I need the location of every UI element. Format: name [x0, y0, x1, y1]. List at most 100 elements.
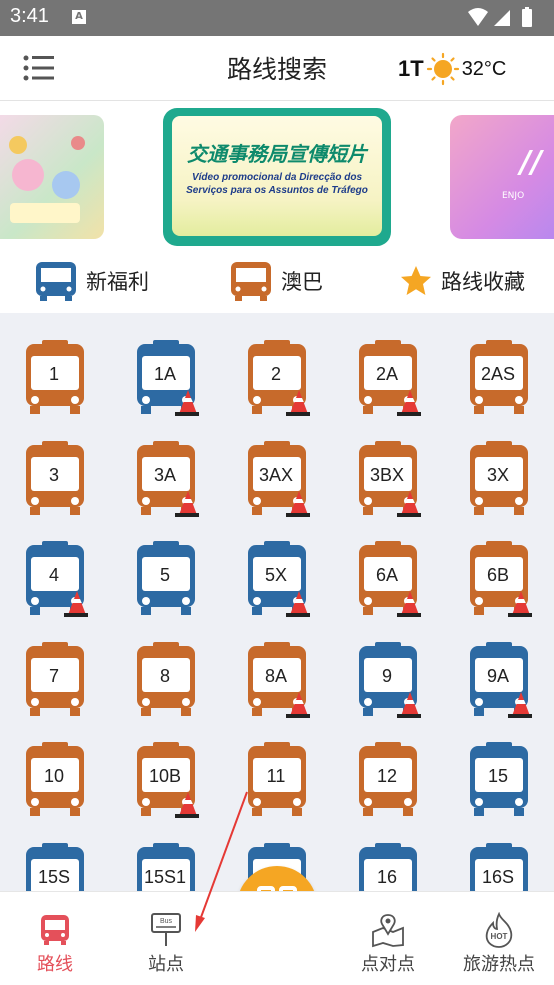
nav-tourist-spots[interactable]: HOT 旅游热点 — [449, 892, 549, 985]
weather-widget[interactable]: 1T 32°C — [398, 52, 507, 86]
route-bus-2as[interactable]: 2AS — [466, 340, 532, 420]
route-number: 11 — [266, 766, 286, 786]
route-number: 4 — [48, 565, 59, 585]
battery-icon — [522, 7, 532, 27]
route-bus-7[interactable]: 7 — [22, 641, 88, 722]
route-bus-1[interactable]: 1 — [22, 340, 88, 420]
operator-tabs: 新福利 澳巴 路线收藏 — [0, 251, 554, 313]
map-pin-icon — [372, 914, 404, 948]
bus-route-icon — [41, 915, 69, 945]
route-number: 9A — [486, 665, 510, 686]
banner-right-text: ENJO — [502, 191, 525, 201]
route-bus-2a[interactable]: 2A — [355, 340, 421, 420]
status-icons — [468, 7, 532, 27]
status-bar: 3:41 A — [0, 0, 554, 36]
route-bus-15s[interactable]: 15S — [22, 842, 88, 891]
bus-stop-icon: Bus — [151, 913, 181, 946]
route-bus-15s1[interactable]: 15S1 — [133, 842, 199, 891]
weather-level: 1T — [398, 56, 424, 81]
route-number: 10 — [43, 766, 65, 786]
route-number: 7 — [48, 665, 59, 686]
route-bus-3x[interactable]: 3X — [466, 440, 532, 521]
wifi-icon — [468, 8, 488, 26]
hot-fire-icon: HOT — [485, 912, 513, 948]
route-bus-9[interactable]: 9 — [355, 641, 421, 722]
route-number: 2AS — [480, 364, 516, 384]
route-number: 10B — [148, 766, 182, 786]
banner-slide-left[interactable] — [0, 115, 104, 239]
banner-center-card: 交通事務局宣傳短片 Vídeo promocional da Direcção … — [172, 116, 382, 236]
route-bus-2[interactable]: 2 — [244, 340, 310, 420]
route-bus-6b[interactable]: 6B — [466, 541, 532, 621]
route-grid: 1 1A 2 2A 2AS 3 3A 3AX 3BX 3X 4 5 5X 6A 6B 7 8 8A 9 9A 10 10B… — [0, 313, 554, 891]
banner-illustration — [9, 136, 85, 223]
nav-routes[interactable]: 路线 — [5, 892, 105, 985]
route-bus-3bx[interactable]: 3BX — [355, 440, 421, 521]
app-header: 路线搜索 1T 32°C — [0, 36, 554, 101]
route-number: 3BX — [369, 464, 405, 485]
tab-label: 路线收藏 — [441, 270, 525, 294]
nav-label: 路线 — [37, 954, 73, 975]
nav-point-to-point[interactable]: 点对点 — [338, 892, 438, 985]
banner-slide-right[interactable]: // ENJO — [450, 115, 554, 239]
banner-slide-center[interactable]: 交通事務局宣傳短片 Vídeo promocional da Direcção … — [163, 108, 391, 246]
route-bus-10[interactable]: 10 — [22, 742, 88, 822]
bus-blue-icon — [36, 262, 76, 301]
route-number: 6B — [486, 565, 510, 585]
route-number: 5 — [159, 565, 170, 585]
route-bus-8[interactable]: 8 — [133, 641, 199, 722]
route-bus-6a[interactable]: 6A — [355, 541, 421, 621]
route-bus-12[interactable]: 12 — [355, 742, 421, 822]
svg-text:Bus: Bus — [160, 918, 173, 925]
route-bus-11[interactable]: 11 — [244, 742, 310, 822]
banner-subtitle-1: Vídeo promocional da Direcção dos — [191, 172, 363, 183]
route-number: 1 — [48, 364, 59, 384]
nav-stops[interactable]: Bus 站点 — [116, 892, 216, 985]
nav-label: 点对点 — [361, 954, 415, 975]
route-number: 15 — [487, 766, 509, 786]
route-bus-10b[interactable]: 10B — [133, 742, 199, 822]
svg-text:HOT: HOT — [491, 932, 508, 941]
route-number: 3X — [486, 464, 510, 485]
tab-label: 新福利 — [86, 270, 149, 294]
star-icon — [401, 266, 431, 295]
route-bus-5[interactable]: 5 — [133, 541, 199, 621]
tab-label: 澳巴 — [281, 270, 323, 294]
route-number: 5X — [264, 565, 288, 585]
banner-right-logo: // — [520, 145, 542, 180]
route-bus-15[interactable]: 15 — [466, 742, 532, 822]
nav-label: 旅游热点 — [463, 954, 535, 975]
route-bus-16[interactable]: 16 — [355, 842, 421, 891]
temperature: 32°C — [461, 57, 507, 80]
route-number: 8A — [264, 665, 288, 686]
nav-label: 站点 — [148, 954, 184, 975]
bottom-navigation: 路线 Bus 站点 点对点 HOT 旅游热点 — [0, 891, 554, 985]
banner-title: 交通事務局宣傳短片 — [187, 142, 367, 166]
route-number: 3 — [48, 464, 59, 485]
bus-orange-icon — [231, 262, 271, 301]
tab-new-era[interactable]: 新福利 — [34, 259, 149, 303]
list-menu-icon[interactable] — [22, 53, 56, 83]
route-bus-3a[interactable]: 3A — [133, 440, 199, 521]
tab-favorites[interactable]: 路线收藏 — [399, 259, 525, 303]
route-number: 8 — [159, 665, 170, 686]
banner-carousel[interactable]: 交通事務局宣傳短片 Vídeo promocional da Direcção … — [0, 101, 554, 251]
signal-icon — [494, 10, 510, 26]
route-number: 6A — [375, 565, 399, 585]
route-number: 16 — [376, 866, 398, 887]
route-bus-16s[interactable]: 16S — [466, 842, 532, 891]
banner-subtitle-2: Serviços para os Assuntos de Tráfego — [186, 185, 368, 196]
route-bus-5x[interactable]: 5X — [244, 541, 310, 621]
route-number: 3A — [153, 464, 177, 485]
route-bus-8a[interactable]: 8A — [244, 641, 310, 722]
tab-transmac[interactable]: 澳巴 — [229, 259, 323, 303]
route-bus-4[interactable]: 4 — [22, 541, 88, 621]
route-bus-3[interactable]: 3 — [22, 440, 88, 521]
notification-icon: A — [72, 10, 86, 24]
route-bus-9a[interactable]: 9A — [466, 641, 532, 722]
route-bus-1a[interactable]: 1A — [133, 340, 199, 420]
route-number: 16S — [481, 866, 515, 887]
route-number: 9 — [381, 665, 392, 686]
route-bus-3ax[interactable]: 3AX — [244, 440, 310, 521]
route-number: 2A — [375, 364, 399, 384]
